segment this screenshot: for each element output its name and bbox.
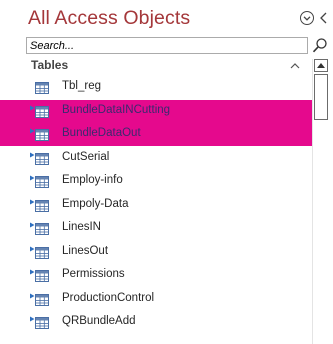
list-item-label: Permissions xyxy=(62,268,125,280)
list-item[interactable]: LinesOut xyxy=(0,241,312,264)
list-item[interactable]: Tbl_reg xyxy=(0,76,312,99)
list-item-label: BundleDataINCutting xyxy=(62,104,171,116)
linked-table-icon xyxy=(30,128,49,141)
list-item[interactable]: CutSerial xyxy=(0,147,312,170)
linked-table-icon xyxy=(30,175,49,188)
scroll-up-button[interactable] xyxy=(314,59,328,72)
table-icon xyxy=(35,82,49,94)
list-item[interactable]: LinesIN xyxy=(0,217,312,240)
navigation-pane-title[interactable]: All Access Objects xyxy=(28,7,190,30)
list-item[interactable]: Empoly-Data xyxy=(0,194,312,217)
vertical-scrollbar[interactable] xyxy=(312,59,329,344)
list-item-label: LinesOut xyxy=(62,245,109,257)
chevron-up-icon[interactable] xyxy=(288,60,302,72)
linked-table-icon xyxy=(30,152,49,165)
list-item[interactable]: BundleDataOut xyxy=(0,123,312,146)
search-bar xyxy=(26,37,329,54)
list-item-label: QRBundleAdd xyxy=(62,315,136,327)
search-icon[interactable] xyxy=(311,37,329,54)
list-item-label: BundleDataOut xyxy=(62,127,141,139)
list-item[interactable]: Permissions xyxy=(0,264,312,287)
list-item-label: Employ-info xyxy=(62,174,123,186)
list-item-label: ProductionControl xyxy=(62,292,155,304)
list-item-label: Tbl_reg xyxy=(62,80,101,92)
chevron-left-icon[interactable] xyxy=(317,10,331,26)
linked-table-icon xyxy=(30,105,49,118)
chevron-down-circle-icon[interactable] xyxy=(299,10,315,26)
group-label: Tables xyxy=(31,58,69,72)
linked-table-icon xyxy=(30,316,49,329)
linked-table-icon xyxy=(30,222,49,235)
linked-table-icon xyxy=(30,246,49,259)
list-item-label: LinesIN xyxy=(62,221,101,233)
list-item[interactable]: QRBundleAdd xyxy=(0,311,312,334)
list-item[interactable]: ProductionControl xyxy=(0,288,312,311)
group-header-tables[interactable]: Tables xyxy=(26,57,311,76)
search-input[interactable] xyxy=(26,37,308,54)
linked-table-icon xyxy=(30,293,49,306)
list-item[interactable]: BundleDataINCutting xyxy=(0,100,312,123)
list-item-label: CutSerial xyxy=(62,151,110,163)
scroll-thumb[interactable] xyxy=(314,74,328,120)
navigation-pane-header: All Access Objects xyxy=(0,0,333,36)
linked-table-icon xyxy=(30,199,49,212)
list-item[interactable]: Employ-info xyxy=(0,170,312,193)
chevron-up-icon xyxy=(317,63,325,68)
navigation-pane: All Access Objects Tables Tbl_reg BundleD… xyxy=(0,0,333,344)
linked-table-icon xyxy=(30,269,49,282)
list-item-label: Empoly-Data xyxy=(62,198,129,210)
